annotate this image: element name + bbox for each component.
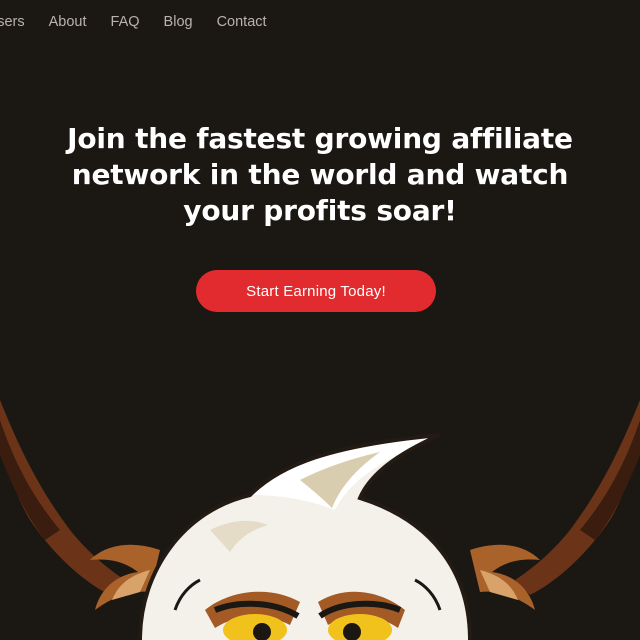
nav-item-blog[interactable]: Blog [164, 14, 193, 30]
nav-item-contact[interactable]: Contact [217, 14, 267, 30]
nav-item-about[interactable]: About [49, 14, 87, 30]
headline-line-2: network in the world and watch [71, 158, 569, 191]
top-nav: isers About FAQ Blog Contact [0, 14, 267, 30]
hero-headline: Join the fastest growing affiliate netwo… [0, 121, 640, 229]
nav-item-faq[interactable]: FAQ [111, 14, 140, 30]
eagle-mascot-icon [0, 400, 640, 640]
nav-item-advertisers[interactable]: isers [0, 14, 25, 30]
headline-line-1: Join the fastest growing affiliate [67, 122, 573, 155]
start-earning-button[interactable]: Start Earning Today! [196, 270, 436, 312]
headline-line-3: your profits soar! [183, 194, 457, 227]
